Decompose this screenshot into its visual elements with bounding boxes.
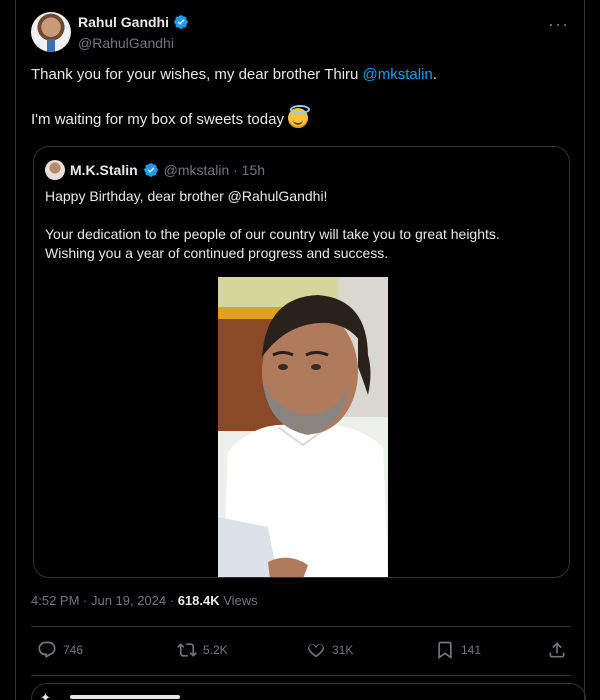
share-icon <box>549 642 565 658</box>
share-button[interactable] <box>547 640 567 660</box>
quoted-text-line-3: Wishing you a year of continued progress… <box>45 245 389 261</box>
repost-button[interactable]: 5.2K <box>177 640 228 660</box>
views-label: Views <box>219 593 258 608</box>
author-name[interactable]: Rahul Gandhi <box>78 14 169 30</box>
author-avatar[interactable] <box>31 12 71 52</box>
tweet-header: Rahul Gandhi @RahulGandhi ··· <box>16 10 584 58</box>
quoted-author-name: M.K.Stalin <box>70 162 138 178</box>
repost-icon <box>177 643 197 657</box>
quoted-tweet-photo[interactable] <box>218 277 388 577</box>
repost-count: 5.2K <box>203 643 228 657</box>
like-count: 31K <box>332 643 354 657</box>
quoted-handle-time: @mkstalin · 15h <box>163 162 266 178</box>
reply-button[interactable]: 746 <box>37 640 83 660</box>
tweet-actions: 746 5.2K 31K 141 <box>31 638 571 666</box>
quoted-text-line-2: Your dedication to the people of our cou… <box>45 226 500 242</box>
composer-placeholder-bar <box>70 695 180 699</box>
reply-composer-preview[interactable]: ✦ <box>31 683 586 700</box>
quoted-author-avatar <box>45 160 65 180</box>
verified-badge-icon <box>143 163 158 177</box>
divider-top <box>31 626 571 627</box>
tweet-text: Thank you for your wishes, my dear broth… <box>31 64 571 131</box>
bookmark-count: 141 <box>461 643 482 657</box>
author-name-row: Rahul Gandhi <box>78 14 189 30</box>
divider-bottom <box>31 675 571 676</box>
quoted-tweet-text: Happy Birthday, dear brother @RahulGandh… <box>45 187 550 263</box>
more-options-icon[interactable]: ··· <box>548 14 569 35</box>
tweet-text-line-2: I'm waiting for my box of sweets today <box>31 105 571 131</box>
verified-badge-icon <box>174 15 188 29</box>
heart-icon <box>308 644 324 658</box>
tweet-meta: 4:52 PM · Jun 19, 2024 · 618.4K Views <box>31 593 258 608</box>
reply-count: 746 <box>63 643 84 657</box>
like-button[interactable]: 31K <box>306 640 353 660</box>
quoted-tweet-header: M.K.Stalin @mkstalin · 15h <box>45 160 265 180</box>
tweet-panel: Rahul Gandhi @RahulGandhi ··· Thank you … <box>15 0 586 700</box>
mention-link[interactable]: @mkstalin <box>363 66 433 83</box>
bookmark-button[interactable]: 141 <box>435 640 481 660</box>
views-count: 618.4K <box>177 593 220 608</box>
quoted-tweet[interactable]: M.K.Stalin @mkstalin · 15h Happy Birthda… <box>33 146 570 578</box>
author-handle[interactable]: @RahulGandhi <box>78 35 174 51</box>
smiling-face-with-halo-emoji-icon <box>288 105 311 128</box>
reply-icon <box>38 641 56 659</box>
tweet-timestamp[interactable]: 4:52 PM · Jun 19, 2024 · <box>31 593 178 608</box>
quoted-text-line-1: Happy Birthday, dear brother @RahulGandh… <box>45 188 328 204</box>
sparkle-icon: ✦ <box>40 690 51 700</box>
portrait-image <box>218 277 388 577</box>
bookmark-icon <box>438 641 452 660</box>
tweet-text-line-1: Thank you for your wishes, my dear broth… <box>31 66 437 83</box>
